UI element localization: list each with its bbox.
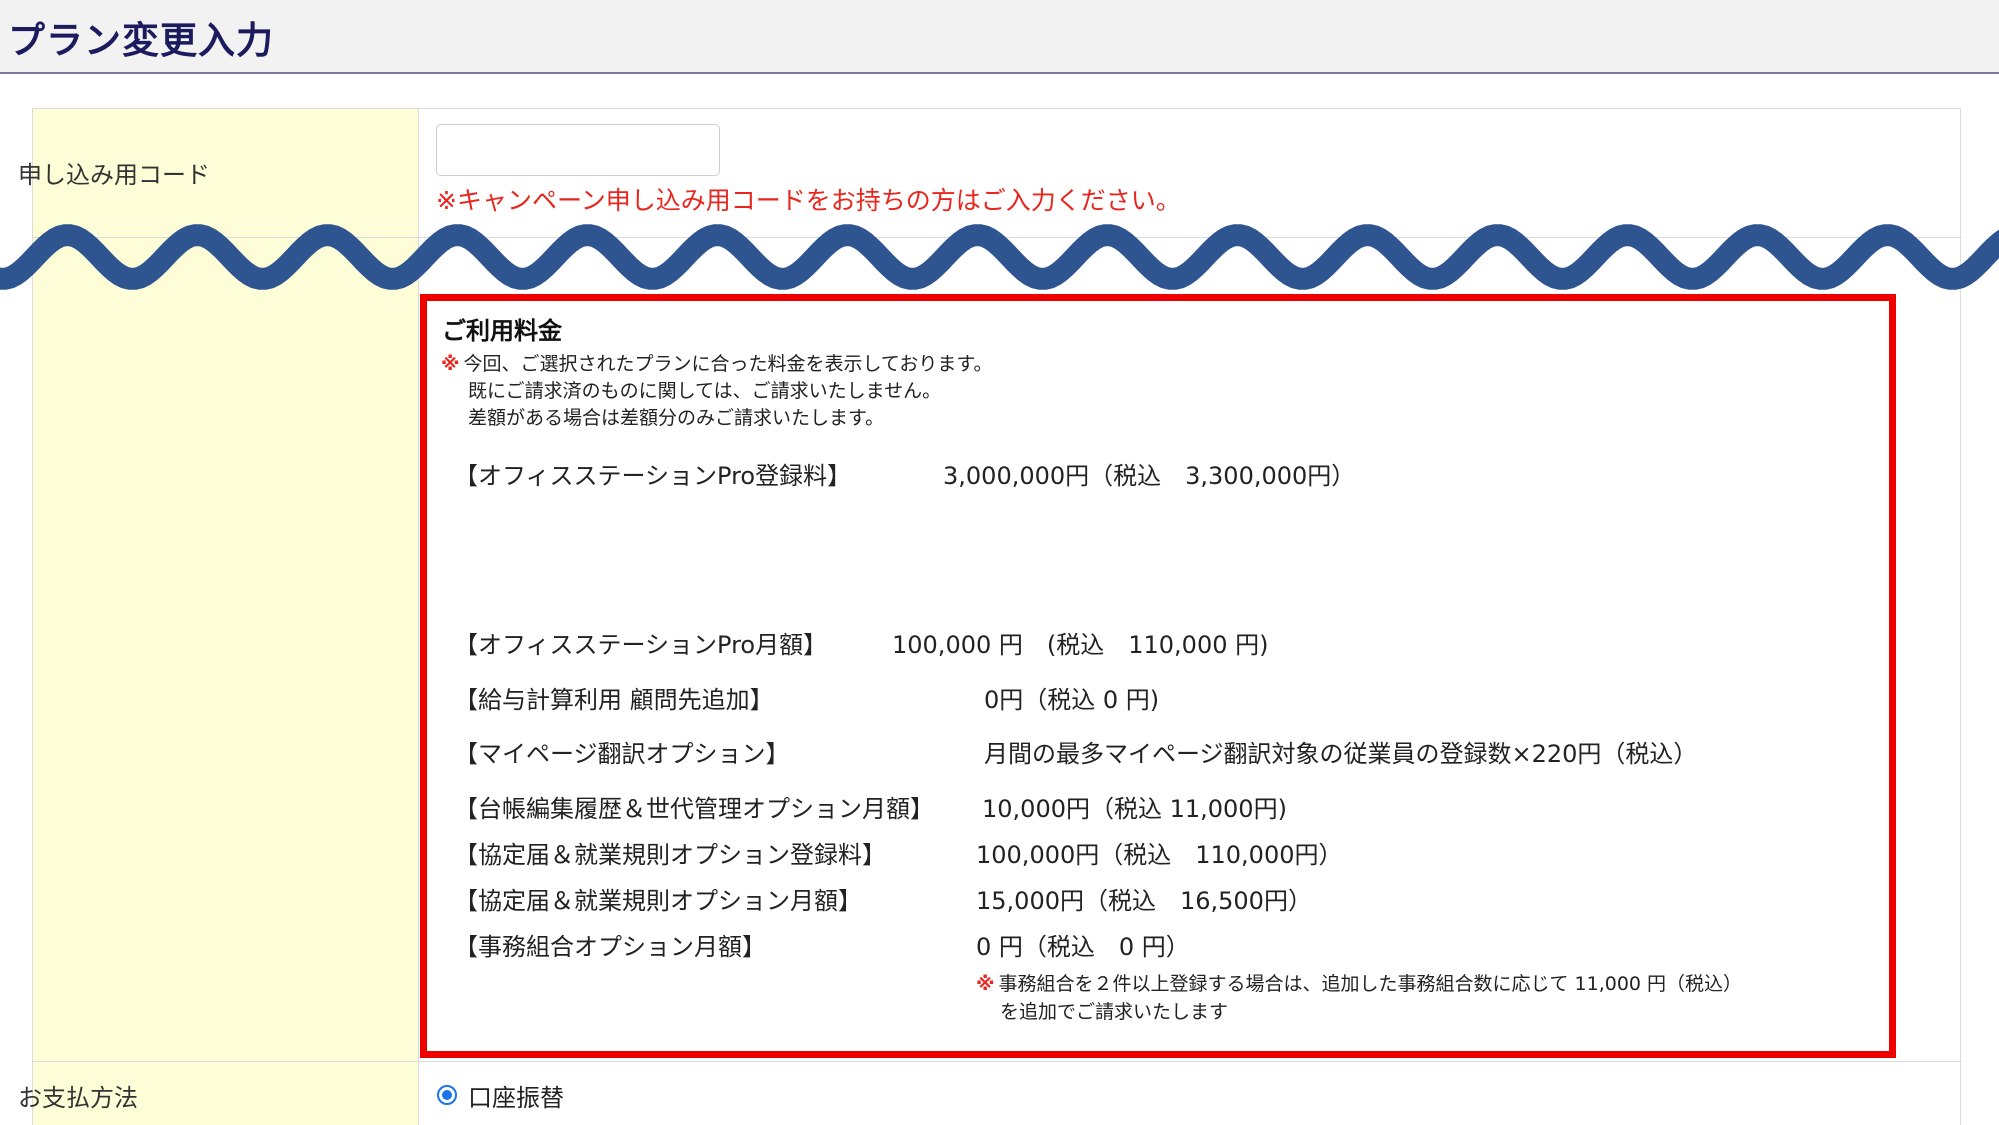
fee-item-name: 【オフィスステーションPro月額】 [454, 631, 828, 659]
fee-item-name: 【協定届＆就業規則オプション登録料】 [454, 841, 886, 869]
note-mark: ※ [976, 973, 995, 995]
fee-item-value: 月間の最多マイページ翻訳対象の従業員の登録数×220円（税込） [984, 740, 1698, 768]
campaign-code-label: 申し込み用コード [18, 161, 210, 189]
union-note: ※ 事務組合を２件以上登録する場合は、追加した事務組合数に応じて 11,000 円… [976, 969, 1742, 996]
fee-note: ※ 今回、ご選択されたプランに合った料金を表示しております。 [441, 349, 992, 376]
usage-fee-title: ご利用料金 [442, 317, 562, 345]
payment-method-label: お支払方法 [18, 1084, 138, 1112]
page-break-wave [0, 224, 1999, 290]
fee-item-name: 【給与計算利用 顧問先追加】 [454, 686, 774, 714]
payment-option-label[interactable]: 口座振替 [468, 1078, 564, 1113]
fee-item-value: 15,000円（税込 16,500円） [976, 887, 1312, 915]
union-note-text: 事務組合を２件以上登録する場合は、追加した事務組合数に応じて 11,000 円（… [998, 973, 1743, 995]
fee-item-name: 【協定届＆就業規則オプション月額】 [454, 887, 862, 915]
fee-item-value: 0円（税込 0 円) [984, 686, 1160, 714]
fee-note: 既にご請求済のものに関しては、ご請求いたしません。 [468, 380, 942, 402]
page-title: プラン変更入力 [8, 19, 274, 62]
page-header: プラン変更入力 [0, 0, 1999, 74]
row-divider [33, 1061, 1962, 1062]
fee-item-value: 100,000円（税込 110,000円） [976, 841, 1343, 869]
note-mark: ※ [441, 353, 460, 375]
fee-note-text: 今回、ご選択されたプランに合った料金を表示しております。 [463, 353, 993, 375]
union-note: を追加でご請求いたします [1000, 1001, 1229, 1023]
payment-radio-bank-transfer[interactable] [437, 1085, 457, 1105]
fee-item-name: 【マイページ翻訳オプション】 [454, 740, 790, 768]
fee-item-name: 【オフィスステーションPro登録料】 [454, 462, 852, 490]
usage-fee-panel: ご利用料金 ※ 今回、ご選択されたプランに合った料金を表示しております。 既にご請… [420, 294, 1896, 1058]
campaign-code-input[interactable] [436, 124, 720, 176]
fee-item-name: 【事務組合オプション月額】 [454, 933, 766, 961]
fee-item-value: 0 円（税込 0 円） [976, 933, 1190, 961]
fee-item-value: 10,000円（税込 11,000円) [982, 795, 1287, 823]
fee-item-name: 【台帳編集履歴＆世代管理オプション月額】 [454, 795, 934, 823]
fee-item-value: 100,000 円 (税込 110,000 円) [892, 631, 1269, 659]
fee-note: 差額がある場合は差額分のみご請求いたします。 [468, 407, 885, 429]
fee-item-value: 3,000,000円（税込 3,300,000円） [943, 462, 1356, 490]
